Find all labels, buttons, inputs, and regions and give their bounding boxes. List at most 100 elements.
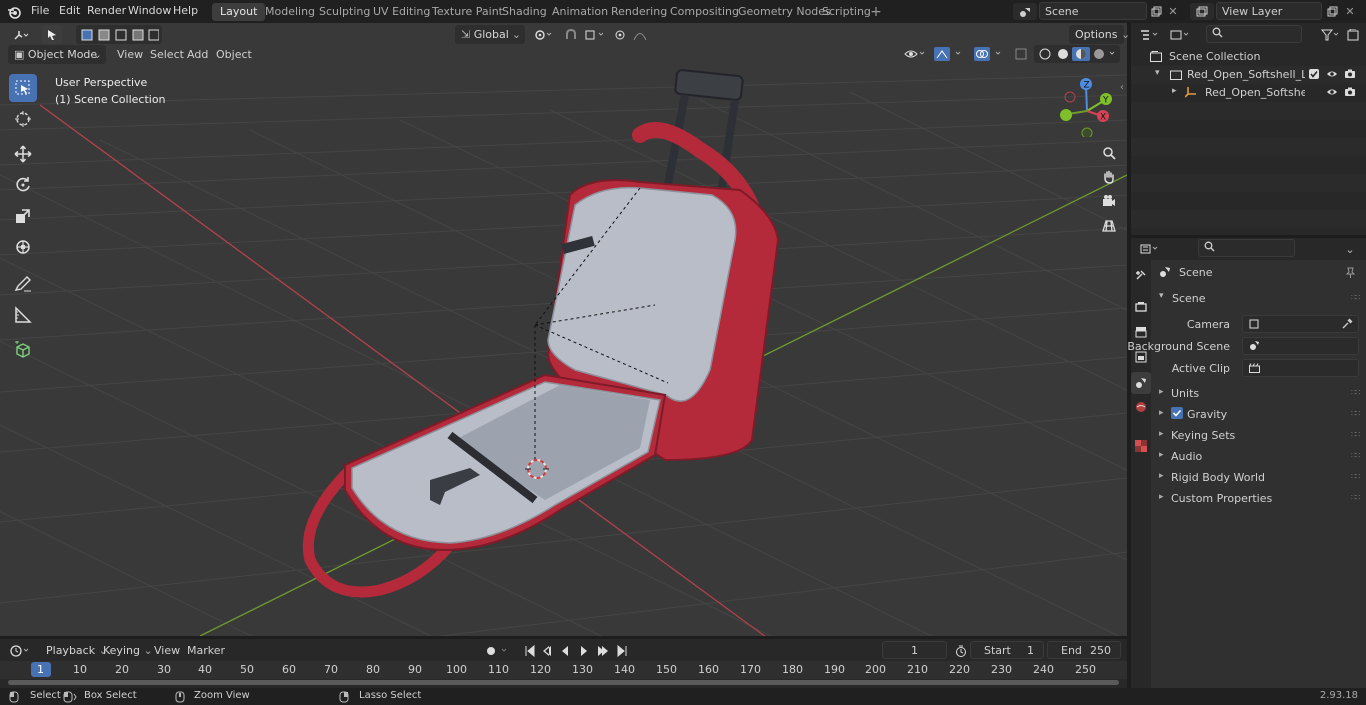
copy-view-layer-icon[interactable] <box>1324 3 1340 19</box>
drag-handle-icon[interactable]: ∷∷ <box>1351 293 1360 302</box>
eyedropper-icon[interactable] <box>1342 318 1353 332</box>
scale-tool-icon[interactable] <box>9 202 37 230</box>
frame-ruler[interactable]: 1 10 20 30 40 50 60 70 80 90 100 110 120… <box>0 661 1127 679</box>
viewport-menu-view[interactable]: View <box>117 48 143 61</box>
viewport-menu-select[interactable]: Select <box>150 48 184 61</box>
drag-handle-icon[interactable]: ∷∷ <box>1351 493 1360 502</box>
expand-arrow-icon[interactable]: ▸ <box>1172 86 1177 96</box>
current-frame-field[interactable]: 1 <box>882 641 947 659</box>
pin-icon[interactable] <box>1343 265 1357 279</box>
visibility-icon[interactable] <box>902 45 928 63</box>
drag-handle-icon[interactable]: ∷∷ <box>1351 430 1360 439</box>
pan-hand-icon[interactable] <box>1098 166 1120 188</box>
orientation-dropdown[interactable]: ⇲ Global ⌄ <box>455 25 525 44</box>
visibility-eye-icon[interactable] <box>1326 87 1338 100</box>
subpanel-gravity[interactable]: ▸ Gravity ∷∷ <box>1153 405 1366 425</box>
select-tool-header-icon[interactable] <box>42 25 62 44</box>
timeline-editor-type-icon[interactable] <box>6 642 36 659</box>
drag-handle-icon[interactable]: ∷∷ <box>1351 472 1360 481</box>
select-box-tool-icon[interactable] <box>9 74 37 102</box>
zoom-icon[interactable] <box>1098 142 1120 164</box>
properties-search-field[interactable] <box>1198 239 1295 257</box>
timeline-menu-marker[interactable]: Marker <box>187 644 225 657</box>
camera-field[interactable] <box>1242 315 1359 333</box>
outliner-row-object[interactable]: ▸ Red_Open_Softshell_Lug <box>1131 84 1366 102</box>
menu-window[interactable]: Window <box>128 4 171 17</box>
copy-scene-icon[interactable] <box>1148 3 1164 19</box>
sidebar-toggle-icon[interactable]: ‹ <box>1117 78 1127 96</box>
subpanel-audio[interactable]: ▸ Audio ∷∷ <box>1153 447 1366 467</box>
menu-render[interactable]: Render <box>87 4 126 17</box>
render-camera-icon[interactable] <box>1344 69 1356 82</box>
scene-panel-header[interactable]: ▾ Scene ∷∷ <box>1153 289 1366 309</box>
exclude-checkbox[interactable] <box>1309 69 1319 79</box>
render-tab-icon[interactable] <box>1133 298 1149 316</box>
timeline-menu-playback[interactable]: Playback ⌄ <box>40 641 108 660</box>
blender-logo-icon[interactable] <box>5 3 23 20</box>
properties-editor-type-icon[interactable] <box>1137 240 1163 258</box>
3d-viewport[interactable]: User Perspective (1) Scene Collection Z … <box>0 23 1127 636</box>
menu-edit[interactable]: Edit <box>59 4 80 17</box>
background-scene-field[interactable] <box>1242 337 1359 355</box>
gizmo-toggle-icon[interactable] <box>932 45 966 63</box>
shading-mode-group[interactable] <box>1034 45 1120 63</box>
drag-handle-icon[interactable]: ∷∷ <box>1351 451 1360 460</box>
new-collection-icon[interactable] <box>1344 26 1362 44</box>
move-tool-icon[interactable] <box>9 140 37 168</box>
playback-controls[interactable] <box>522 642 630 659</box>
rotate-tool-icon[interactable] <box>9 171 37 199</box>
outliner-editor-type-icon[interactable] <box>1137 26 1163 44</box>
filter-icon[interactable] <box>1319 26 1343 44</box>
subpanel-rigid-body-world[interactable]: ▸ Rigid Body World ∷∷ <box>1153 468 1366 488</box>
scene-icon[interactable] <box>1013 3 1037 20</box>
output-tab-icon[interactable] <box>1133 323 1149 341</box>
annotate-tool-icon[interactable] <box>9 270 37 298</box>
navigation-gizmo[interactable]: Z Y X <box>1055 75 1117 137</box>
camera-view-icon[interactable] <box>1098 190 1120 212</box>
snapping-icon[interactable] <box>562 26 608 44</box>
viewport-menu-object[interactable]: Object <box>216 48 252 61</box>
subpanel-custom-properties[interactable]: ▸ Custom Properties ∷∷ <box>1153 489 1366 509</box>
overlay-toggle-icon[interactable] <box>972 45 1006 63</box>
view-layer-icon[interactable] <box>1190 3 1214 20</box>
end-frame-field[interactable]: End 250 <box>1047 641 1121 659</box>
record-keyframe-icon[interactable] <box>481 642 515 659</box>
ortho-grid-icon[interactable] <box>1098 215 1120 237</box>
world-tab-icon[interactable] <box>1133 398 1149 416</box>
active-clip-field[interactable] <box>1242 359 1359 377</box>
timeline-menu-keying[interactable]: Keying ⌄ <box>97 641 153 660</box>
menu-help[interactable]: Help <box>173 4 198 17</box>
outliner-row-scene-collection[interactable]: Scene Collection <box>1131 48 1366 66</box>
selection-mode-group[interactable] <box>76 25 162 44</box>
visibility-eye-icon[interactable] <box>1326 69 1338 82</box>
scene-tab-icon[interactable] <box>1131 372 1151 394</box>
add-cube-tool-icon[interactable] <box>9 336 37 364</box>
viewport-menu-add[interactable]: Add <box>187 48 208 61</box>
drag-handle-icon[interactable]: ∷∷ <box>1351 409 1360 418</box>
subpanel-keying-sets[interactable]: ▸ Keying Sets ∷∷ <box>1153 426 1366 446</box>
mode-dropdown[interactable]: ▣ Object Mode ⌄ <box>8 45 106 64</box>
preview-range-icon[interactable] <box>953 642 969 659</box>
view-layer-field[interactable]: View Layer <box>1216 2 1322 20</box>
close-view-layer-icon[interactable]: ✕ <box>1343 3 1357 19</box>
render-camera-icon[interactable] <box>1344 87 1356 100</box>
start-frame-field[interactable]: Start 1 <box>970 641 1044 659</box>
proportional-editing-icon[interactable] <box>612 26 656 44</box>
options-dropdown[interactable]: Options ⌄ <box>1069 25 1130 44</box>
transform-tool-icon[interactable] <box>9 233 37 261</box>
close-scene-icon[interactable]: ✕ <box>1166 3 1180 19</box>
cursor-tool-icon[interactable] <box>9 105 37 133</box>
drag-handle-icon[interactable]: ∷∷ <box>1351 388 1360 397</box>
menu-file[interactable]: File <box>31 4 49 17</box>
timeline-menu-view[interactable]: View <box>154 644 180 657</box>
expand-arrow-icon[interactable]: ▾ <box>1155 68 1160 78</box>
outliner-search-field[interactable] <box>1206 25 1302 43</box>
subpanel-units[interactable]: ▸ Units ∷∷ <box>1153 384 1366 404</box>
editor-type-icon[interactable] <box>8 26 34 44</box>
timeline-scrollbar[interactable] <box>8 680 1119 685</box>
gravity-checkbox[interactable] <box>1171 407 1183 419</box>
texture-tab-icon[interactable] <box>1133 437 1149 455</box>
xray-icon[interactable] <box>1013 45 1029 63</box>
tool-tab-icon[interactable] <box>1133 266 1149 284</box>
scene-name-field[interactable]: Scene <box>1039 2 1147 20</box>
